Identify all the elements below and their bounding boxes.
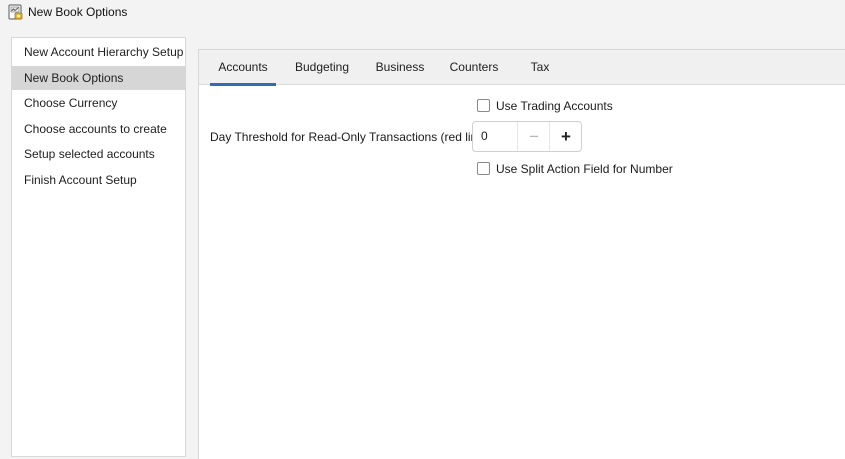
tab-label: Budgeting xyxy=(294,60,350,74)
tab-label: Tax xyxy=(530,60,550,74)
use-trading-accounts-label: Use Trading Accounts xyxy=(496,99,613,113)
tab-business[interactable]: Business xyxy=(371,50,429,85)
use-split-action-option[interactable]: Use Split Action Field for Number xyxy=(477,160,673,178)
sidebar-item-choose-accounts-to-create[interactable]: Choose accounts to create xyxy=(12,117,186,141)
decrement-button[interactable]: − xyxy=(517,122,550,151)
use-split-action-checkbox[interactable] xyxy=(477,162,490,176)
use-trading-accounts-option[interactable]: Use Trading Accounts xyxy=(477,97,613,115)
use-trading-accounts-checkbox[interactable] xyxy=(477,99,490,113)
options-tab-bar: Accounts Budgeting Business Counters Tax xyxy=(199,50,845,86)
tab-label: Accounts xyxy=(218,60,268,74)
sidebar-item-label: New Book Options xyxy=(24,71,124,85)
tab-label: Business xyxy=(375,60,425,74)
tab-tax[interactable]: Tax xyxy=(524,50,556,85)
tab-budgeting[interactable]: Budgeting xyxy=(288,50,356,85)
sidebar-item-finish-account-setup[interactable]: Finish Account Setup xyxy=(12,168,186,192)
sidebar-item-new-account-hierarchy-setup[interactable]: New Account Hierarchy Setup xyxy=(12,40,186,64)
day-threshold-label: Day Threshold for Read-Only Transactions… xyxy=(210,130,488,144)
sidebar-item-label: New Account Hierarchy Setup xyxy=(24,45,184,59)
sidebar-item-label: Finish Account Setup xyxy=(24,173,137,187)
sidebar-item-label: Choose accounts to create xyxy=(24,122,167,136)
day-threshold-input[interactable]: 0 xyxy=(481,122,488,151)
tab-counters[interactable]: Counters xyxy=(443,50,505,85)
tab-label: Counters xyxy=(449,60,499,74)
increment-button[interactable]: + xyxy=(549,122,582,151)
tab-accounts[interactable]: Accounts xyxy=(210,50,276,86)
window-title: New Book Options xyxy=(28,5,128,19)
use-split-action-label: Use Split Action Field for Number xyxy=(496,162,673,176)
sidebar-item-label: Choose Currency xyxy=(24,96,118,110)
sidebar-item-label: Setup selected accounts xyxy=(24,147,155,161)
app-book-icon xyxy=(8,4,23,20)
day-threshold-spinbutton: 0 − + xyxy=(472,121,582,152)
title-bar: New Book Options xyxy=(0,0,845,26)
sidebar-item-new-book-options[interactable]: New Book Options xyxy=(12,66,186,90)
sidebar-item-choose-currency[interactable]: Choose Currency xyxy=(12,91,186,115)
sidebar-item-setup-selected-accounts[interactable]: Setup selected accounts xyxy=(12,142,186,166)
assistant-step-list: New Account Hierarchy Setup New Book Opt… xyxy=(11,37,186,457)
options-content-panel: Accounts Budgeting Business Counters Tax… xyxy=(198,49,845,459)
